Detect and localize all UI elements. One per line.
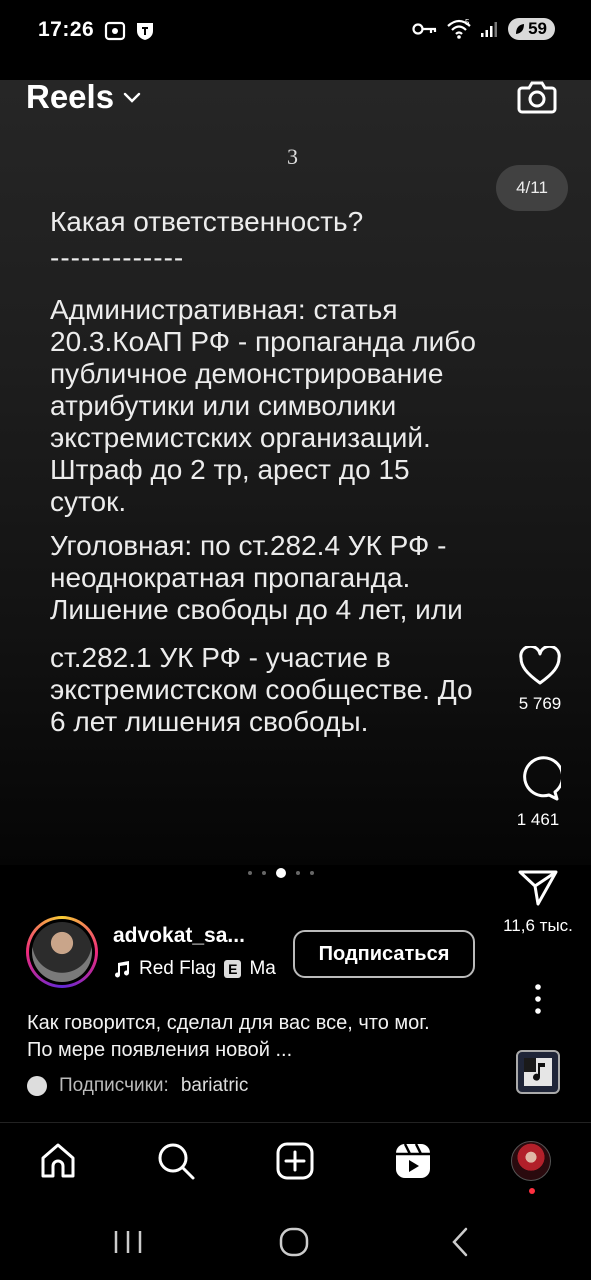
avatar — [32, 922, 92, 982]
more-options-button[interactable] — [528, 982, 548, 1016]
status-notifications — [104, 20, 156, 42]
search-icon — [158, 1143, 195, 1180]
text-line: Штраф до 2 тр, арест до 15 — [50, 454, 410, 485]
text-line: публичное демонстрирование — [50, 358, 444, 389]
music-note-icon — [524, 1058, 552, 1086]
followers-label: Подписчики: — [59, 1075, 169, 1096]
battery-level: 59 — [528, 19, 547, 38]
carousel-dot — [310, 871, 314, 875]
text-line: экстремистском сообществе. До — [50, 674, 473, 705]
carousel-dot-active — [276, 868, 286, 878]
reel-text-overlay: Какая ответственность? ------------- Адм… — [50, 206, 550, 738]
text-criminal2-paragraph: ст.282.1 УК РФ - участие в экстремистско… — [50, 642, 550, 738]
text-admin-paragraph: Административная: статья 20.3.КоАП РФ - … — [50, 294, 550, 518]
audio-thumbnail[interactable] — [516, 1050, 560, 1094]
battery-saver-icon — [516, 24, 525, 34]
author-username[interactable]: advokat_sa... — [113, 924, 245, 948]
home-circle-icon — [279, 1227, 309, 1257]
key-icon — [412, 23, 437, 35]
battery-indicator: 59 — [508, 18, 555, 40]
music-extra: Ma — [249, 958, 276, 979]
home-system-button[interactable] — [278, 1226, 310, 1263]
text-line: 6 лет лишения свободы. — [50, 706, 369, 737]
text-line: Лишение свободы до 4 лет, или — [50, 594, 463, 625]
text-line: неоднократная пропаганда. — [50, 562, 411, 593]
shield-icon — [137, 23, 153, 40]
text-line: ст.282.1 УК РФ - участие в — [50, 642, 391, 673]
text-divider: ------------- — [50, 242, 185, 273]
carousel-indicator — [248, 868, 314, 878]
caption-line: Как говорится, сделал для вас все, что м… — [27, 1012, 430, 1034]
status-time: 17:26 — [38, 18, 95, 41]
like-action[interactable]: 5 769 — [510, 646, 570, 714]
slide-counter-badge: 4/11 — [496, 165, 568, 211]
recent-apps-icon — [114, 1231, 142, 1253]
add-post-icon — [276, 1142, 314, 1180]
camera-icon — [517, 81, 557, 114]
bottom-navigation — [0, 1122, 591, 1202]
nav-create[interactable] — [275, 1141, 315, 1181]
reel-caption[interactable]: Как говорится, сделал для вас все, что м… — [27, 1010, 497, 1064]
comment-icon — [523, 756, 561, 801]
share-count: 11,6 тыс. — [503, 916, 573, 935]
recent-apps-button[interactable] — [108, 1228, 148, 1261]
send-icon — [518, 870, 558, 906]
nav-search[interactable] — [156, 1141, 196, 1181]
text-line: 20.3.КоАП РФ - пропаганда либо — [50, 326, 476, 357]
back-chevron-icon — [452, 1227, 468, 1257]
text-line: суток. — [50, 486, 127, 517]
followers-row[interactable]: Подписчики: bariatric — [27, 1075, 248, 1097]
heart-icon — [519, 646, 561, 685]
nav-reels[interactable] — [393, 1141, 433, 1181]
follower-avatar — [27, 1076, 47, 1096]
carousel-dot — [262, 871, 266, 875]
profile-avatar — [511, 1141, 551, 1181]
comment-action[interactable]: 1 461 — [508, 756, 568, 830]
caption-line: По мере появления новой ... — [27, 1039, 293, 1061]
profile-notification-dot — [529, 1188, 535, 1194]
nav-profile[interactable] — [511, 1141, 551, 1181]
more-vertical-icon — [535, 984, 541, 1014]
svg-text:5: 5 — [465, 18, 470, 27]
reels-title: Reels — [26, 78, 115, 115]
explicit-badge: E — [224, 960, 242, 978]
text-line: экстремистских организаций. — [50, 422, 431, 453]
nav-home[interactable] — [38, 1141, 78, 1181]
comment-count: 1 461 — [516, 810, 560, 829]
screenshot-icon — [104, 21, 126, 41]
status-system-icons: 5 59 — [412, 18, 555, 40]
back-button[interactable] — [448, 1226, 472, 1263]
carousel-dot — [248, 871, 252, 875]
text-line: Уголовная: по ст.282.4 УК РФ - — [50, 530, 447, 561]
signal-icon — [481, 22, 498, 37]
status-bar: 17:26 5 59 — [0, 0, 591, 60]
share-action[interactable]: 11,6 тыс. — [496, 866, 580, 936]
home-icon — [41, 1143, 75, 1178]
carousel-dot — [296, 871, 300, 875]
author-avatar[interactable] — [26, 916, 98, 988]
follow-button[interactable]: Подписаться — [293, 930, 475, 978]
slide-page-number: 3 — [287, 144, 298, 169]
wifi-icon: 5 — [447, 18, 471, 39]
text-line: атрибутики или символики — [50, 390, 397, 421]
text-line: Административная: статья — [50, 294, 398, 325]
chevron-down-icon — [123, 92, 141, 103]
music-note-icon — [115, 961, 129, 978]
camera-button[interactable] — [516, 76, 558, 118]
text-question: Какая ответственность? — [50, 206, 364, 237]
reels-header[interactable]: Reels — [26, 78, 142, 116]
system-navigation-bar — [0, 1204, 591, 1280]
like-count: 5 769 — [518, 694, 562, 713]
music-info[interactable]: Red Flag E Ma — [113, 958, 285, 980]
text-criminal-paragraph: Уголовная: по ст.282.4 УК РФ - неоднокра… — [50, 530, 550, 626]
reels-icon — [396, 1143, 430, 1178]
music-title: Red Flag — [139, 958, 217, 979]
followers-name: bariatric — [180, 1075, 249, 1096]
